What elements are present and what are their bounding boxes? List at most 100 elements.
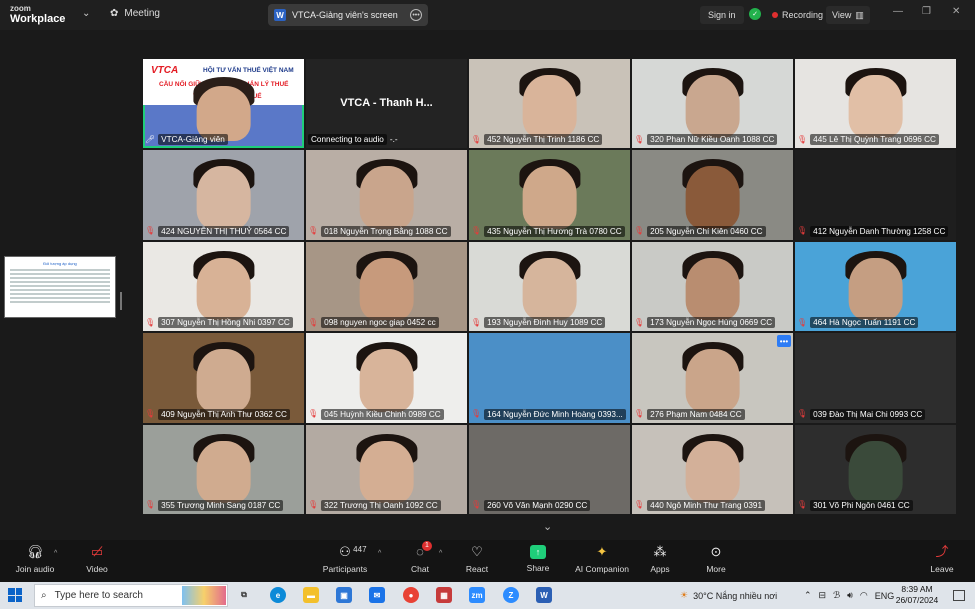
task-view-icon[interactable]: ⧉: [236, 587, 252, 603]
video-tile[interactable]: 🎙︎ 307 Nguyễn Thị Hồng Nhi 0397 CC: [143, 241, 304, 332]
sparkle-icon: ✦: [596, 544, 608, 559]
minimize-icon[interactable]: —: [893, 6, 903, 17]
video-tile[interactable]: 🎙︎ 440 Ngô Minh Thư Trang 0391: [632, 424, 793, 514]
video-tile[interactable]: 🎙︎ 322 Trương Thị Oanh 1092 CC: [306, 424, 467, 514]
participant-name: 435 Nguyễn Thị Hương Trà 0780 CC: [484, 225, 625, 237]
bluetooth-icon[interactable]: ℬ: [833, 590, 840, 601]
taskbar-search[interactable]: ⌕ Type here to search: [34, 584, 228, 607]
weather-widget[interactable]: ☀ 30°C Nắng nhiều nơi: [680, 582, 777, 609]
share-button[interactable]: ↑ Share: [503, 544, 573, 580]
windows-start-icon[interactable]: [8, 588, 22, 602]
video-tile[interactable]: 🎙︎ 464 Hà Ngọc Tuấn 1191 CC: [795, 241, 956, 332]
shared-screen-pill[interactable]: W VTCA-Giảng viên's screen •••: [268, 4, 428, 26]
video-tile[interactable]: 🎙︎ 039 Đào Thị Mai Chi 0993 CC: [795, 333, 956, 423]
chrome-icon[interactable]: ●: [403, 587, 419, 603]
participant-name: 355 Trương Minh Sang 0187 CC: [158, 499, 284, 511]
video-tile[interactable]: 🎙︎ 409 Nguyễn Thị Anh Thư 0362 CC: [143, 333, 304, 423]
sign-in-button[interactable]: Sign in: [700, 6, 744, 24]
edge-icon[interactable]: e: [270, 587, 286, 603]
recording-indicator[interactable]: Recording: [768, 6, 827, 24]
video-tile[interactable]: 🎙︎ 164 Nguyễn Đức Minh Hoàng 0393...: [469, 333, 630, 423]
more-options-icon[interactable]: •••: [410, 9, 422, 21]
zoom-icon[interactable]: zm: [469, 587, 485, 603]
restore-icon[interactable]: ❐: [922, 6, 931, 17]
mic-muted-icon: 🎙︎: [145, 317, 156, 327]
video-tile[interactable]: 🎙︎ 018 Nguyễn Trọng Bằng 1088 CC: [306, 150, 467, 240]
mail-icon[interactable]: ✉: [369, 587, 385, 603]
mic-muted-icon: 🎙︎: [797, 226, 808, 236]
file-explorer-icon[interactable]: ▬: [303, 587, 319, 603]
video-tile[interactable]: 🎙︎ 045 Huỳnh Kiều Chinh 0989 CC: [306, 333, 467, 423]
search-highlight-image: [182, 586, 226, 605]
video-tile[interactable]: 🎙︎ 424 NGUYỄN THỊ THUỶ 0564 CC: [143, 150, 304, 240]
participant-nameplate: 🎙︎ 018 Nguyễn Trọng Bằng 1088 CC: [308, 225, 465, 238]
video-tile[interactable]: 🎙︎ 173 Nguyễn Ngọc Hùng 0669 CC: [632, 241, 793, 332]
video-tile[interactable]: 🎙︎ 412 Nguyễn Danh Thường 1258 CC: [795, 150, 956, 240]
video-tile[interactable]: 🎙︎ 452 Nguyễn Thị Trinh 1186 CC: [469, 59, 630, 149]
video-tile[interactable]: 🎙︎ 301 Võ Phi Ngôn 0461 CC: [795, 424, 956, 514]
meeting-label: Meeting: [124, 8, 160, 19]
view-label: View: [832, 10, 852, 20]
shared-slide-thumbnail[interactable]: Đối tượng áp dụng: [4, 256, 116, 318]
video-tile[interactable]: 🎙︎ 260 Võ Văn Mạnh 0290 CC: [469, 424, 630, 514]
participant-nameplate: 🎙︎ 173 Nguyễn Ngọc Hùng 0669 CC: [634, 316, 791, 329]
participant-nameplate: 🎙︎ 320 Phan Nữ Kiều Oanh 1088 CC: [634, 133, 791, 146]
video-tile[interactable]: 🎙︎ 445 Lê Thị Quỳnh Trang 0696 CC: [795, 59, 956, 149]
zoom-workplace-icon[interactable]: Z: [503, 587, 519, 603]
meeting-menu[interactable]: ✿ Meeting: [110, 8, 160, 19]
participant-nameplate: 🎙︎ 164 Nguyễn Đức Minh Hoàng 0393...: [471, 408, 628, 421]
word-taskbar-icon[interactable]: W: [536, 587, 552, 603]
video-tile[interactable]: 🎙︎ 098 nguyen ngoc giap 0452 cc: [306, 241, 467, 332]
meeting-toolbar: 🎧︎ Join audio ^ ▭̸ Video ⚇ 447 Participan…: [0, 540, 975, 582]
participant-name: 412 Nguyễn Danh Thường 1258 CC: [810, 225, 949, 237]
tile-more-button[interactable]: •••: [777, 335, 791, 348]
wifi-icon[interactable]: ◠: [860, 590, 868, 601]
video-button[interactable]: ▭̸ Video: [62, 544, 132, 580]
leave-icon: ⤴: [935, 544, 949, 559]
close-icon[interactable]: ✕: [952, 6, 960, 17]
participants-caret-icon[interactable]: ^: [378, 550, 381, 557]
video-tile[interactable]: VTCAHỘI TƯ VẤN THUẾ VIỆT NAMCẦU NỐI GIỮA…: [143, 59, 304, 149]
store-icon[interactable]: ▣: [336, 587, 352, 603]
participant-name: VTCA-Giảng viên: [158, 134, 228, 146]
chevron-down-icon[interactable]: ⌄: [82, 8, 90, 19]
shield-icon[interactable]: ✓: [749, 8, 761, 20]
mic-muted-icon: 🎙︎: [634, 409, 645, 419]
video-tile[interactable]: 🎙︎ 435 Nguyễn Thị Hương Trà 0780 CC: [469, 150, 630, 240]
app-icon[interactable]: ▦: [436, 587, 452, 603]
pin-icon: 🎤︎: [145, 134, 156, 144]
video-tile[interactable]: VTCA - Thanh H... Connecting to audio -.-: [306, 59, 467, 149]
chevron-up-icon[interactable]: ⌃: [804, 590, 812, 601]
windows-taskbar: ⌕ Type here to search ⧉ e ▬ ▣ ✉ ● ▦ zm Z…: [0, 582, 975, 609]
join-audio-button[interactable]: 🎧︎ Join audio: [0, 544, 70, 580]
view-button[interactable]: View ▥: [826, 6, 870, 24]
recording-label: Recording: [782, 10, 824, 20]
participant-nameplate: 🎙︎ 205 Nguyễn Chí Kiên 0460 CC: [634, 225, 791, 238]
audio-caret-icon[interactable]: ^: [54, 550, 57, 557]
notification-icon[interactable]: [953, 590, 965, 601]
video-tile[interactable]: 🎙︎ 276 Phạm Nam 0484 CC •••: [632, 333, 793, 423]
network-icon[interactable]: ⊟: [819, 590, 827, 601]
more-button[interactable]: ⊙ More: [681, 544, 751, 580]
apps-label: Apps: [650, 564, 670, 574]
more-icon: ⊙: [710, 544, 722, 559]
mic-muted-icon: 🎙︎: [145, 500, 156, 510]
search-icon: ⌕: [41, 590, 47, 601]
chevron-down-icon[interactable]: ⌄: [543, 520, 552, 533]
video-tile[interactable]: 🎙︎ 355 Trương Minh Sang 0187 CC: [143, 424, 304, 514]
video-tile[interactable]: 🎙︎ 205 Nguyễn Chí Kiên 0460 CC: [632, 150, 793, 240]
participant-nameplate: 🎙︎ 301 Võ Phi Ngôn 0461 CC: [797, 499, 954, 512]
speaker-icon[interactable]: 🔊︎: [847, 590, 853, 601]
leave-button[interactable]: ⤴ Leave: [907, 544, 975, 580]
video-tile[interactable]: 🎙︎ 193 Nguyễn Đình Huy 1089 CC: [469, 241, 630, 332]
mic-muted-icon: 🎙︎: [308, 317, 319, 327]
react-button[interactable]: ♡ React: [442, 544, 512, 580]
clock[interactable]: 8:39 AM 26/07/2024: [890, 584, 944, 606]
slide-title: Đối tượng áp dụng: [43, 261, 77, 266]
weather-icon: ☀: [680, 590, 689, 600]
participant-nameplate: 🎤︎ VTCA-Giảng viên: [145, 133, 302, 146]
video-tile[interactable]: 🎙︎ 320 Phan Nữ Kiều Oanh 1088 CC: [632, 59, 793, 149]
panel-splitter[interactable]: [120, 292, 122, 310]
title-bar: zoom Workplace ⌄ ✿ Meeting W VTCA-Giảng …: [0, 0, 975, 30]
participants-button[interactable]: ⚇ 447 Participants: [310, 544, 380, 580]
